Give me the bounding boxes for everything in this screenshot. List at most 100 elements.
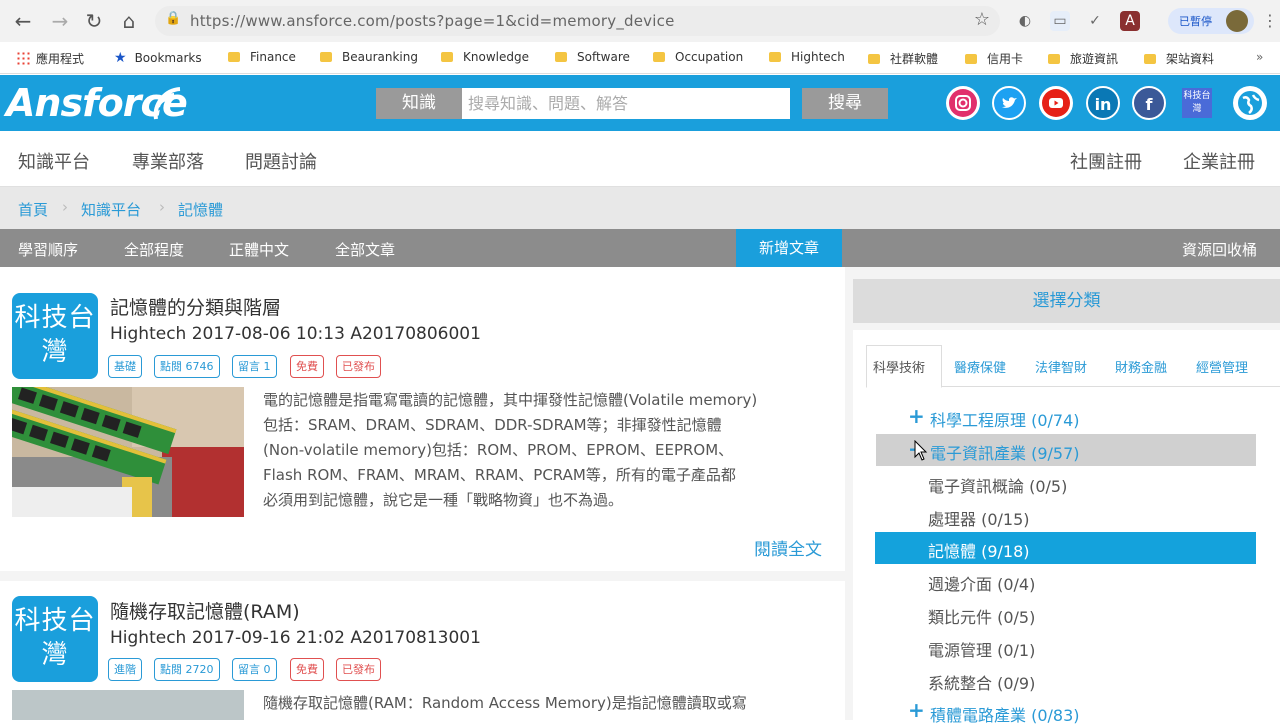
published-tag: 已發布	[336, 355, 381, 378]
views-tag: 點閱 2720	[154, 658, 220, 681]
extension-pdf-icon[interactable]: A	[1120, 11, 1140, 31]
nav-professional-blogs[interactable]: 專業部落	[132, 148, 204, 174]
instagram-icon[interactable]	[946, 86, 980, 120]
article-image-ram-modules[interactable]	[12, 387, 244, 517]
reload-icon[interactable]: ↻	[81, 8, 107, 34]
folder-icon	[653, 52, 665, 62]
extension-screen-icon[interactable]: ▭	[1050, 11, 1070, 31]
category-processor[interactable]: 處理器 (0/15)	[928, 506, 1030, 530]
twitter-icon[interactable]	[992, 86, 1026, 120]
bookmark-bookmarks[interactable]: ★ Bookmarks	[114, 50, 202, 68]
bookmarks-bar: 應用程式 ★ Bookmarks Finance Beauranking Know…	[0, 42, 1280, 74]
search-input[interactable]	[462, 88, 790, 119]
bookmark-credit-card[interactable]: 信用卡	[965, 50, 1023, 68]
article-title[interactable]: 記憶體的分類與階層	[110, 293, 281, 320]
forward-icon[interactable]: →	[47, 8, 73, 34]
recycle-bin-link[interactable]: 資源回收桶	[1182, 239, 1257, 260]
level-tag: 進階	[108, 658, 142, 681]
expand-plus-icon[interactable]: +	[908, 698, 925, 722]
search-button[interactable]: 搜尋	[802, 88, 888, 119]
globe-icon[interactable]	[1233, 86, 1267, 120]
browser-toolbar: ← → ↻ ⌂ 🔒 https://www.ansforce.com/posts…	[0, 0, 1280, 42]
category-power-management[interactable]: 電源管理 (0/1)	[928, 637, 1035, 661]
breadcrumb-home[interactable]: 首頁	[18, 199, 48, 220]
main-nav: 知識平台 專業部落 問題討論 社團註冊 企業註冊	[0, 131, 1280, 187]
bookmark-travel[interactable]: 旅遊資訊	[1048, 50, 1118, 68]
filter-all-articles[interactable]: 全部文章	[335, 239, 395, 260]
bookmark-hightech[interactable]: Hightech	[769, 50, 845, 68]
star-icon: ★	[114, 50, 127, 66]
more-menu-icon[interactable]: ⋮	[1262, 11, 1278, 30]
home-icon[interactable]: ⌂	[116, 8, 142, 34]
avatar	[1226, 10, 1248, 32]
filter-all-levels[interactable]: 全部程度	[124, 239, 184, 260]
folder-icon	[868, 54, 880, 64]
extension-circle-icon[interactable]: ◐	[1015, 11, 1035, 31]
paused-label: 已暫停	[1179, 15, 1212, 28]
bookmark-software[interactable]: Software	[555, 50, 630, 68]
bookmarks-overflow-icon[interactable]: »	[1256, 50, 1263, 68]
tab-healthcare[interactable]: 醫療保健	[954, 357, 1006, 376]
tab-science-tech[interactable]: 科學技術	[873, 357, 925, 376]
category-science-engineering[interactable]: 科學工程原理 (0/74)	[930, 407, 1080, 431]
filter-learning-order[interactable]: 學習順序	[18, 239, 78, 260]
profile-paused-button[interactable]: 已暫停	[1168, 8, 1254, 34]
nav-enterprise-register[interactable]: 企業註冊	[1183, 148, 1255, 174]
free-tag: 免費	[290, 355, 324, 378]
nav-club-register[interactable]: 社團註冊	[1070, 148, 1142, 174]
bookmark-site-building[interactable]: 架站資料	[1144, 50, 1214, 68]
new-post-button[interactable]: 新增文章	[736, 229, 842, 267]
bookmark-knowledge[interactable]: Knowledge	[441, 50, 529, 68]
nav-question-discussion[interactable]: 問題討論	[245, 148, 317, 174]
article-badge[interactable]: 科技台灣	[12, 596, 98, 682]
filter-traditional-chinese[interactable]: 正體中文	[229, 239, 289, 260]
breadcrumb: 首頁 › 知識平台 › 記憶體	[0, 187, 1280, 229]
sidebar-panel	[853, 330, 1280, 720]
url-text: https://www.ansforce.com/posts?page=1&ci…	[190, 12, 675, 30]
category-memory[interactable]: 記憶體 (9/18)	[928, 538, 1030, 562]
tech-taiwan-tile[interactable]: 科技台灣	[1182, 88, 1212, 118]
lock-icon: 🔒	[165, 11, 182, 26]
expand-plus-icon[interactable]: +	[908, 404, 925, 428]
article-excerpt: 電的記憶體是指電寫電讀的記憶體，其中揮發性記憶體(Volatile memory…	[263, 391, 758, 509]
category-electronics-industry[interactable]: 電子資訊產業 (9/57)	[930, 440, 1080, 464]
address-bar[interactable]: 🔒 https://www.ansforce.com/posts?page=1&…	[155, 6, 1000, 36]
bookmark-finance[interactable]: Finance	[228, 50, 296, 68]
bookmark-apps[interactable]: 應用程式	[16, 50, 84, 68]
bookmark-occupation[interactable]: Occupation	[653, 50, 743, 68]
article-title[interactable]: 隨機存取記憶體(RAM)	[110, 597, 300, 624]
category-electronics-intro[interactable]: 電子資訊概論 (0/5)	[928, 473, 1067, 497]
bookmark-star-icon[interactable]: ☆	[974, 9, 990, 30]
tab-management[interactable]: 經營管理	[1196, 357, 1248, 376]
nav-knowledge-platform[interactable]: 知識平台	[18, 148, 90, 174]
read-more-link[interactable]: 閱讀全文	[754, 535, 822, 560]
linkedin-icon[interactable]: in	[1086, 86, 1120, 120]
breadcrumb-memory[interactable]: 記憶體	[178, 199, 223, 220]
article-meta: Hightech 2017-09-16 21:02 A20170813001	[110, 628, 481, 648]
article-badge[interactable]: 科技台灣	[12, 293, 98, 379]
back-icon[interactable]: ←	[10, 8, 36, 34]
tab-finance[interactable]: 財務金融	[1115, 357, 1167, 376]
breadcrumb-knowledge-platform[interactable]: 知識平台	[81, 199, 141, 220]
article-excerpt: 隨機存取記憶體(RAM：Random Access Memory)是指記憶體讀取…	[263, 694, 747, 712]
category-peripheral-interface[interactable]: 週邊介面 (0/4)	[928, 571, 1035, 595]
tab-law-ip[interactable]: 法律智財	[1035, 357, 1087, 376]
search-category-select[interactable]: 知識	[376, 88, 462, 119]
site-header: Ansforce 知識 搜尋 in f 科技台灣	[0, 75, 1280, 131]
youtube-icon[interactable]	[1039, 86, 1073, 120]
breadcrumb-separator: ›	[159, 198, 165, 216]
apps-grid-icon	[16, 51, 30, 65]
extension-check-icon[interactable]: ✓	[1085, 11, 1105, 31]
comments-tag: 留言 1	[232, 355, 277, 378]
article-image[interactable]	[12, 690, 244, 720]
facebook-icon[interactable]: f	[1132, 86, 1166, 120]
category-analog-components[interactable]: 類比元件 (0/5)	[928, 604, 1035, 628]
category-system-integration[interactable]: 系統整合 (0/9)	[928, 670, 1035, 694]
breadcrumb-separator: ›	[62, 198, 68, 216]
bookmark-beauranking[interactable]: Beauranking	[320, 50, 418, 68]
folder-icon	[228, 52, 240, 62]
bookmark-social[interactable]: 社群軟體	[868, 50, 938, 68]
folder-icon	[555, 52, 567, 62]
free-tag: 免費	[290, 658, 324, 681]
category-ic-industry[interactable]: 積體電路產業 (0/83)	[930, 702, 1080, 726]
